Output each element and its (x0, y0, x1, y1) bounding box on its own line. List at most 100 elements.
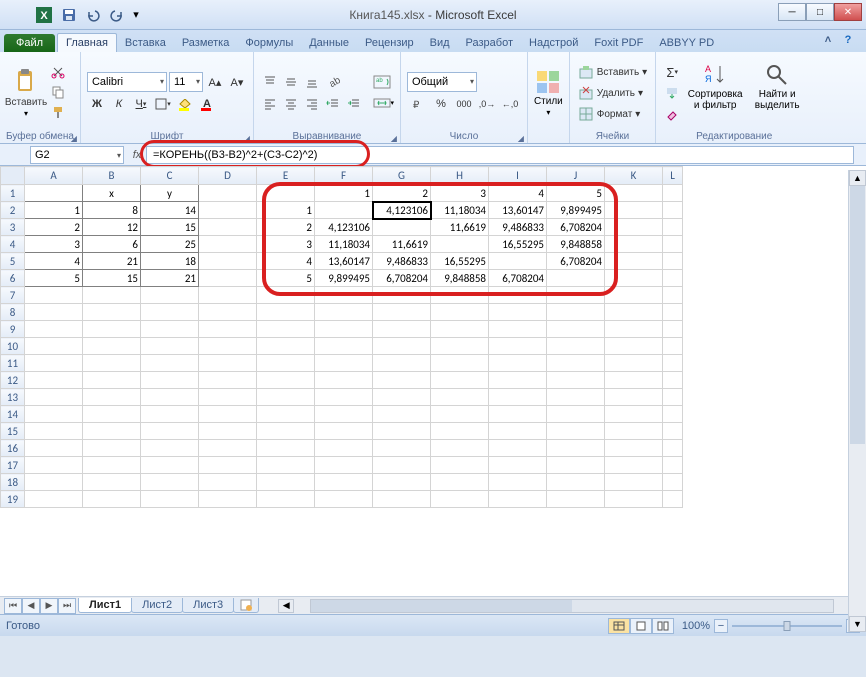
row-header-11[interactable]: 11 (1, 355, 25, 372)
minimize-ribbon-button[interactable]: ˄ (820, 32, 836, 48)
cell-K9[interactable] (605, 321, 663, 338)
cell-K7[interactable] (605, 287, 663, 304)
align-center-button[interactable] (281, 94, 301, 114)
cell-K11[interactable] (605, 355, 663, 372)
cell-B3[interactable]: 12 (83, 219, 141, 236)
cell-L10[interactable] (663, 338, 683, 355)
col-header-H[interactable]: H (431, 167, 489, 185)
cell-D9[interactable] (199, 321, 257, 338)
normal-view-button[interactable] (608, 618, 630, 634)
sheet-nav-first[interactable]: ⏮ (4, 598, 22, 614)
cell-B7[interactable] (83, 287, 141, 304)
cell-L13[interactable] (663, 389, 683, 406)
col-header-C[interactable]: C (141, 167, 199, 185)
cell-G14[interactable] (373, 406, 431, 423)
decrease-font-button[interactable]: A▾ (227, 72, 247, 92)
col-header-K[interactable]: K (605, 167, 663, 185)
cell-C17[interactable] (141, 457, 199, 474)
find-select-button[interactable]: Найти и выделить (748, 62, 806, 124)
col-header-J[interactable]: J (547, 167, 605, 185)
row-header-3[interactable]: 3 (1, 219, 25, 236)
cell-K17[interactable] (605, 457, 663, 474)
tab-Разработ[interactable]: Разработ (458, 34, 521, 52)
cell-B15[interactable] (83, 423, 141, 440)
cell-I3[interactable]: 9,486833 (489, 219, 547, 236)
cell-I17[interactable] (489, 457, 547, 474)
row-header-17[interactable]: 17 (1, 457, 25, 474)
col-header-E[interactable]: E (257, 167, 315, 185)
cell-C14[interactable] (141, 406, 199, 423)
select-all-button[interactable] (1, 167, 25, 185)
cell-G4[interactable]: 11,6619 (373, 236, 431, 253)
cell-H1[interactable]: 3 (431, 185, 489, 202)
cut-button[interactable] (48, 63, 68, 81)
cell-B10[interactable] (83, 338, 141, 355)
cell-C16[interactable] (141, 440, 199, 457)
cell-E18[interactable] (257, 474, 315, 491)
autosum-button[interactable]: Σ▾ (662, 62, 682, 82)
cell-A14[interactable] (25, 406, 83, 423)
new-sheet-button[interactable] (233, 598, 259, 613)
cell-E5[interactable]: 4 (257, 253, 315, 270)
cell-E6[interactable]: 5 (257, 270, 315, 287)
cell-K12[interactable] (605, 372, 663, 389)
cell-D11[interactable] (199, 355, 257, 372)
cell-A12[interactable] (25, 372, 83, 389)
row-header-15[interactable]: 15 (1, 423, 25, 440)
alignment-dialog-launcher[interactable]: ◢ (391, 134, 397, 143)
cell-A11[interactable] (25, 355, 83, 372)
col-header-B[interactable]: B (83, 167, 141, 185)
minimize-button[interactable]: ─ (778, 3, 806, 21)
align-right-button[interactable] (302, 94, 322, 114)
cell-C12[interactable] (141, 372, 199, 389)
cell-I15[interactable] (489, 423, 547, 440)
maximize-button[interactable]: □ (806, 3, 834, 21)
cell-G16[interactable] (373, 440, 431, 457)
cell-J16[interactable] (547, 440, 605, 457)
cell-L7[interactable] (663, 287, 683, 304)
cell-F13[interactable] (315, 389, 373, 406)
row-header-6[interactable]: 6 (1, 270, 25, 287)
cell-F11[interactable] (315, 355, 373, 372)
cell-L9[interactable] (663, 321, 683, 338)
tab-Вставка[interactable]: Вставка (117, 34, 174, 52)
cell-D10[interactable] (199, 338, 257, 355)
name-box[interactable]: G2▾ (30, 146, 124, 164)
cell-A1[interactable] (25, 185, 83, 202)
cell-D17[interactable] (199, 457, 257, 474)
horizontal-scrollbar[interactable] (310, 599, 834, 613)
format-cells-button[interactable]: Формат ▾ (576, 104, 649, 124)
font-color-button[interactable]: A (197, 94, 217, 114)
cell-E10[interactable] (257, 338, 315, 355)
cell-G5[interactable]: 9,486833 (373, 253, 431, 270)
tab-ABBYY PD[interactable]: ABBYY PD (651, 34, 722, 52)
row-header-12[interactable]: 12 (1, 372, 25, 389)
cell-H16[interactable] (431, 440, 489, 457)
cell-E17[interactable] (257, 457, 315, 474)
cell-C18[interactable] (141, 474, 199, 491)
cell-J12[interactable] (547, 372, 605, 389)
cell-L17[interactable] (663, 457, 683, 474)
cell-H11[interactable] (431, 355, 489, 372)
orientation-button[interactable]: ab (323, 72, 343, 92)
cell-G6[interactable]: 6,708204 (373, 270, 431, 287)
comma-format-button[interactable]: 000 (453, 94, 475, 114)
cell-C6[interactable]: 21 (141, 270, 199, 287)
cell-H5[interactable]: 16,55295 (431, 253, 489, 270)
cell-E14[interactable] (257, 406, 315, 423)
cell-G17[interactable] (373, 457, 431, 474)
cell-D4[interactable] (199, 236, 257, 253)
cell-F19[interactable] (315, 491, 373, 508)
cell-B8[interactable] (83, 304, 141, 321)
number-dialog-launcher[interactable]: ◢ (518, 134, 524, 143)
cell-A6[interactable]: 5 (25, 270, 83, 287)
cell-J17[interactable] (547, 457, 605, 474)
row-header-10[interactable]: 10 (1, 338, 25, 355)
cell-H7[interactable] (431, 287, 489, 304)
cell-F18[interactable] (315, 474, 373, 491)
col-header-I[interactable]: I (489, 167, 547, 185)
cell-H8[interactable] (431, 304, 489, 321)
cell-K14[interactable] (605, 406, 663, 423)
cell-A8[interactable] (25, 304, 83, 321)
borders-button[interactable]: ▾ (153, 94, 173, 114)
